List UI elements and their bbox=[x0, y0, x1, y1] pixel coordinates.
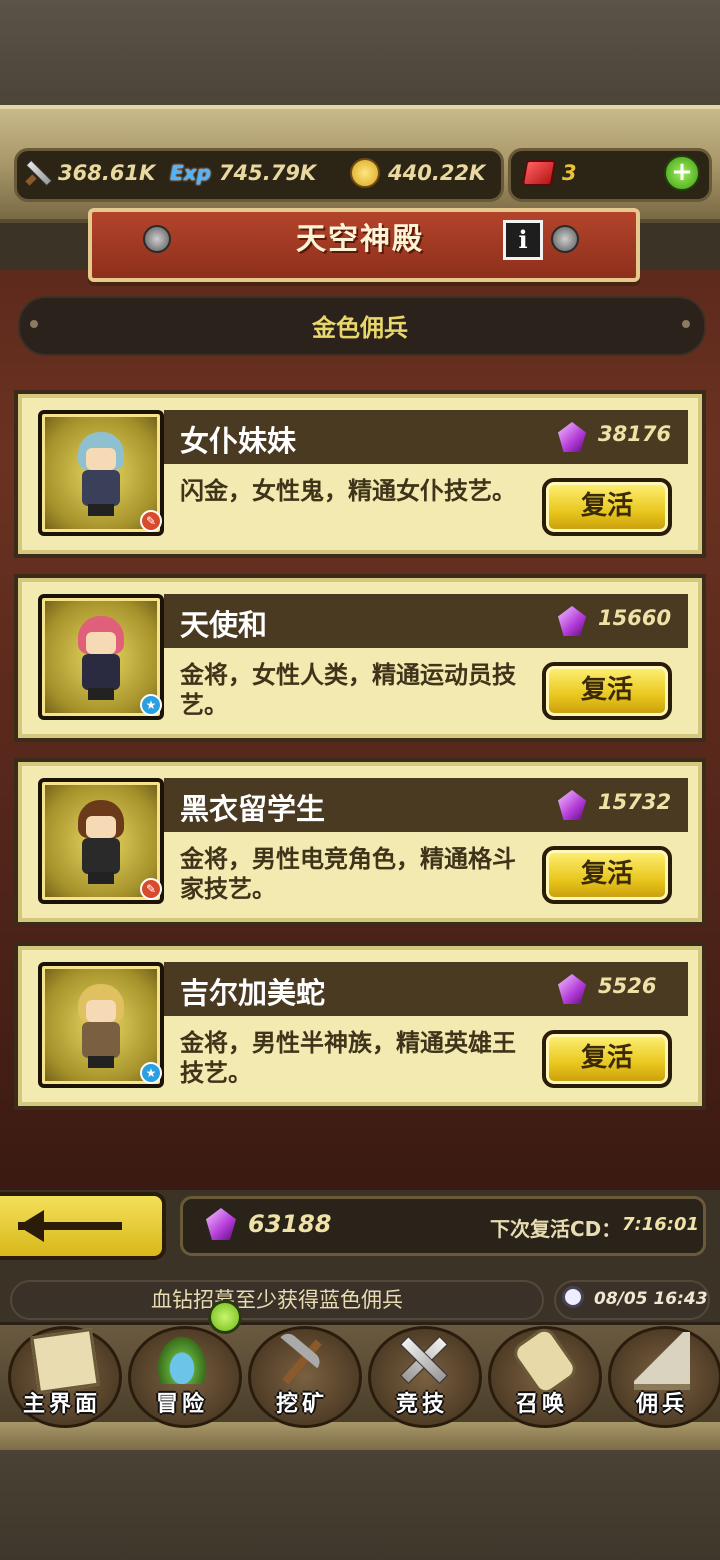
nav-label: 佣兵 bbox=[635, 1392, 688, 1417]
mercenary-card: ★ 吉尔加美蛇 5526 金将，男性半神族，精通英雄王技艺。 复活 bbox=[14, 942, 706, 1110]
mercenary-card: ★ 天使和 15660 金将，女性人类，精通运动员技艺。 复活 bbox=[14, 574, 706, 742]
revive-price: 15732 bbox=[598, 790, 672, 814]
cd-value: 7:16:01 bbox=[622, 1214, 700, 1235]
revive-button[interactable]: 复活 bbox=[542, 1030, 672, 1088]
exp-currency: Exp 745.79K bbox=[170, 158, 316, 188]
nav-label: 主界面 bbox=[22, 1392, 101, 1417]
nav-label: 竞技 bbox=[395, 1392, 448, 1417]
mercenary-description: 闪金，女性鬼，精通女仆技艺。 bbox=[180, 477, 516, 505]
nav-label: 召唤 bbox=[515, 1392, 568, 1417]
exp-icon: Exp bbox=[170, 161, 211, 185]
nav-strip bbox=[0, 1422, 720, 1452]
exp-value: 745.79K bbox=[218, 161, 317, 185]
nav-item[interactable]: 主界面 bbox=[4, 1318, 122, 1428]
gold-value: 440.22K bbox=[388, 161, 486, 185]
clock-icon bbox=[562, 1286, 584, 1308]
portrait[interactable]: ★ bbox=[38, 594, 164, 720]
star-badge-icon: ★ bbox=[140, 694, 162, 716]
portrait[interactable]: ✎ bbox=[38, 410, 164, 536]
mercenary-card: ✎ 黑衣留学生 15732 金将，男性电竞角色，精通格斗家技艺。 复活 bbox=[14, 758, 706, 926]
mercenary-name: 女仆妹妹 bbox=[180, 424, 297, 458]
revive-button[interactable]: 复活 bbox=[542, 846, 672, 904]
portrait[interactable]: ★ bbox=[38, 962, 164, 1088]
island-icon bbox=[154, 1332, 210, 1384]
mercenary-description: 金将，女性人类，精通运动员技艺。 bbox=[180, 661, 516, 719]
character-sprite bbox=[72, 980, 130, 1068]
revive-price: 5526 bbox=[598, 974, 657, 998]
plus-icon: + bbox=[671, 157, 693, 187]
class-badge-icon: ✎ bbox=[140, 510, 162, 532]
coin-icon bbox=[350, 158, 380, 188]
gem-total: 63188 bbox=[248, 1210, 332, 1238]
info-button[interactable]: i bbox=[503, 220, 543, 260]
nav-item[interactable]: 竞技 bbox=[364, 1318, 482, 1428]
nav-item[interactable]: 召唤 bbox=[484, 1318, 602, 1428]
map-icon bbox=[30, 1327, 100, 1395]
mercenary-name: 吉尔加美蛇 bbox=[180, 976, 326, 1010]
mercenary-name: 天使和 bbox=[180, 608, 268, 642]
add-ruby-button[interactable]: + bbox=[664, 155, 700, 191]
bottom-background bbox=[0, 1450, 720, 1560]
character-sprite bbox=[72, 612, 130, 700]
revive-price: 15660 bbox=[598, 606, 672, 630]
mercenary-card: ✎ 女仆妹妹 38176 闪金，女性鬼，精通女仆技艺。 复活 bbox=[14, 390, 706, 558]
attack-currency: 368.61K bbox=[24, 158, 155, 188]
character-sprite bbox=[72, 428, 130, 516]
star-badge-icon: ★ bbox=[140, 1062, 162, 1084]
tent-icon bbox=[634, 1332, 690, 1390]
revive-button[interactable]: 复活 bbox=[542, 478, 672, 536]
revive-button[interactable]: 复活 bbox=[542, 662, 672, 720]
mercenary-name: 黑衣留学生 bbox=[180, 792, 326, 826]
ticker-text: 血钻招募至少获得蓝色佣兵 bbox=[151, 1288, 403, 1312]
ruby-currency: 3 bbox=[521, 158, 577, 188]
sword-icon bbox=[24, 160, 50, 186]
nav-label: 挖矿 bbox=[275, 1392, 328, 1417]
back-arrow-head bbox=[18, 1210, 44, 1242]
pickaxe-icon bbox=[274, 1332, 330, 1384]
notification-dot bbox=[208, 1300, 242, 1334]
datetime: 08/05 16:43 bbox=[594, 1289, 708, 1309]
nav-label: 冒险 bbox=[155, 1392, 208, 1417]
mercenary-description: 金将，男性半神族，精通英雄王技艺。 bbox=[180, 1029, 516, 1087]
page-title: 天空神殿 bbox=[296, 222, 424, 257]
info-icon: i bbox=[518, 225, 528, 254]
ruby-icon bbox=[521, 160, 557, 186]
ruby-value: 3 bbox=[562, 161, 577, 185]
cd-label: 下次复活CD： bbox=[490, 1217, 622, 1241]
crossed-swords-icon bbox=[394, 1332, 450, 1384]
section-title: 金色佣兵 bbox=[312, 314, 408, 342]
gold-currency: 440.22K bbox=[350, 158, 485, 188]
revive-price: 38176 bbox=[598, 422, 672, 446]
nav-item[interactable]: 佣兵 bbox=[604, 1318, 720, 1428]
class-badge-icon: ✎ bbox=[140, 878, 162, 900]
character-sprite bbox=[72, 796, 130, 884]
top-background bbox=[0, 0, 720, 110]
mercenary-description: 金将，男性电竞角色，精通格斗家技艺。 bbox=[180, 845, 516, 903]
attack-value: 368.61K bbox=[58, 161, 156, 185]
portrait[interactable]: ✎ bbox=[38, 778, 164, 904]
nav-item[interactable]: 挖矿 bbox=[244, 1318, 362, 1428]
